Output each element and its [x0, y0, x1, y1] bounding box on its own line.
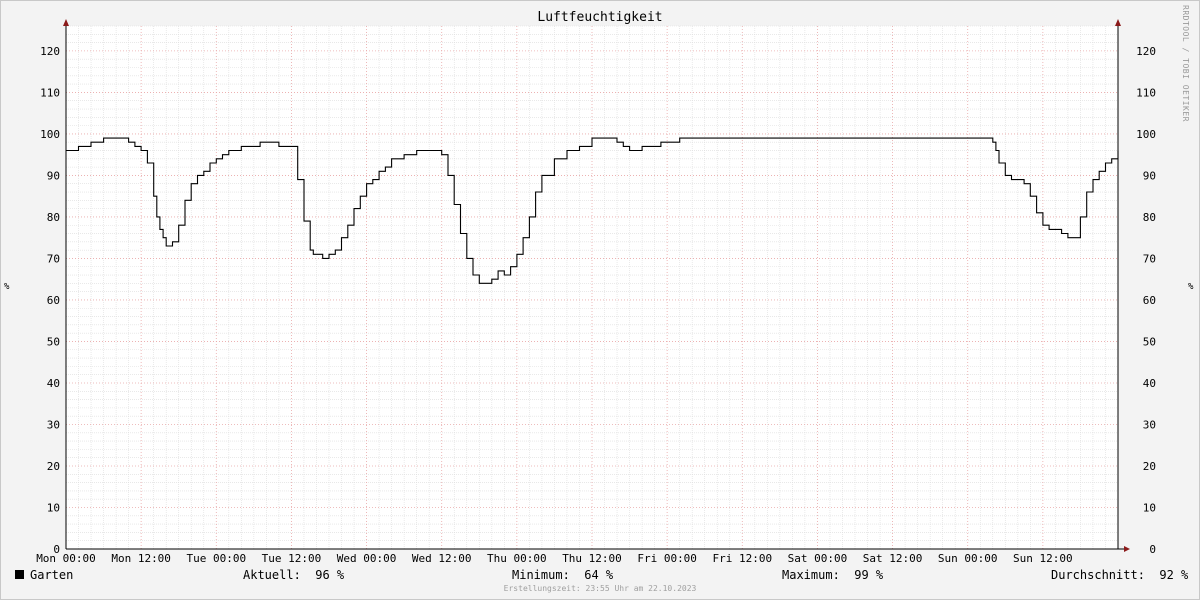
y-tick-label-left: 100 — [40, 128, 60, 141]
legend-min-label: Minimum: — [512, 568, 570, 582]
x-axis-arrow — [1124, 546, 1130, 552]
legend-max-value: 99 % — [854, 568, 884, 582]
y-tick-label-right: 80 — [1143, 211, 1156, 224]
x-tick-label: Mon 12:00 — [111, 552, 171, 565]
y-tick-label-left: 10 — [47, 501, 60, 514]
x-tick-label: Mon 00:00 — [36, 552, 96, 565]
y-tick-label-left: 20 — [47, 460, 60, 473]
y-tick-label-right: 40 — [1143, 377, 1156, 390]
x-tick-label: Fri 12:00 — [712, 552, 772, 565]
y-tick-label-right: 60 — [1143, 294, 1156, 307]
legend-max-label: Maximum: — [782, 568, 840, 582]
x-tick-label: Wed 00:00 — [337, 552, 397, 565]
humidity-chart: 0 010 1020 2030 3040 4050 5060 6070 7080 8090 9010… — [36, 19, 1156, 565]
y-tick-label-left: 90 — [47, 169, 60, 182]
legend-average: Durchschnitt: 92 % — [1051, 568, 1188, 582]
x-tick-label: Wed 12:00 — [412, 552, 472, 565]
legend-current-label: Aktuell: — [243, 568, 301, 582]
x-tick-label: Tue 00:00 — [186, 552, 246, 565]
y-tick-label-left: 70 — [47, 252, 60, 265]
y-tick-label-left: 110 — [40, 86, 60, 99]
x-tick-label: Sat 00:00 — [788, 552, 848, 565]
x-tick-labels: Mon 00:00 Mon 12:00 Tue 00:00 Tue 12:00 Wed … — [36, 552, 1072, 565]
y-axis-arrow-right — [1115, 19, 1121, 26]
legend-maximum: Maximum: 99 % — [782, 568, 883, 582]
x-tick-label: Fri 00:00 — [637, 552, 697, 565]
legend-current: Aktuell: 96 % — [243, 568, 344, 582]
x-tick-label: Sun 00:00 — [938, 552, 998, 565]
y-tick-label-right: 100 — [1136, 128, 1156, 141]
y-tick-label-left: 80 — [47, 211, 60, 224]
x-tick-label: Sun 12:00 — [1013, 552, 1073, 565]
y-tick-label-right: 0 — [1149, 543, 1156, 556]
legend-swatch — [15, 570, 24, 579]
legend-min-value: 64 % — [584, 568, 614, 582]
y-tick-label-right: 20 — [1143, 460, 1156, 473]
y-tick-label-left: 50 — [47, 335, 60, 348]
y-tick-label-left: 40 — [47, 377, 60, 390]
legend-avg-label: Durchschnitt: — [1051, 568, 1145, 582]
creation-timestamp: Erstellungszeit: 23:55 Uhr am 22.10.2023 — [503, 584, 697, 593]
y-tick-label-left: 60 — [47, 294, 60, 307]
y-tick-label-left: 120 — [40, 45, 60, 58]
legend-minimum: Minimum: 64 % — [512, 568, 613, 582]
legend-current-value: 96 % — [315, 568, 345, 582]
x-tick-label: Thu 12:00 — [562, 552, 622, 565]
y-tick-label-right: 110 — [1136, 86, 1156, 99]
y-tick-label-right: 10 — [1143, 501, 1156, 514]
y-tick-label-right: 50 — [1143, 335, 1156, 348]
y-tick-label-right: 120 — [1136, 45, 1156, 58]
legend-avg-value: 92 % — [1159, 568, 1189, 582]
x-tick-label: Sat 12:00 — [863, 552, 923, 565]
y-tick-label-right: 70 — [1143, 252, 1156, 265]
y-tick-label-right: 90 — [1143, 169, 1156, 182]
legend-series-name: Garten — [30, 568, 74, 582]
y-tick-label-right: 30 — [1143, 418, 1156, 431]
x-tick-label: Thu 00:00 — [487, 552, 547, 565]
x-tick-label: Tue 12:00 — [262, 552, 322, 565]
y-tick-label-left: 30 — [47, 418, 60, 431]
y-axis-arrow-left — [63, 19, 69, 26]
